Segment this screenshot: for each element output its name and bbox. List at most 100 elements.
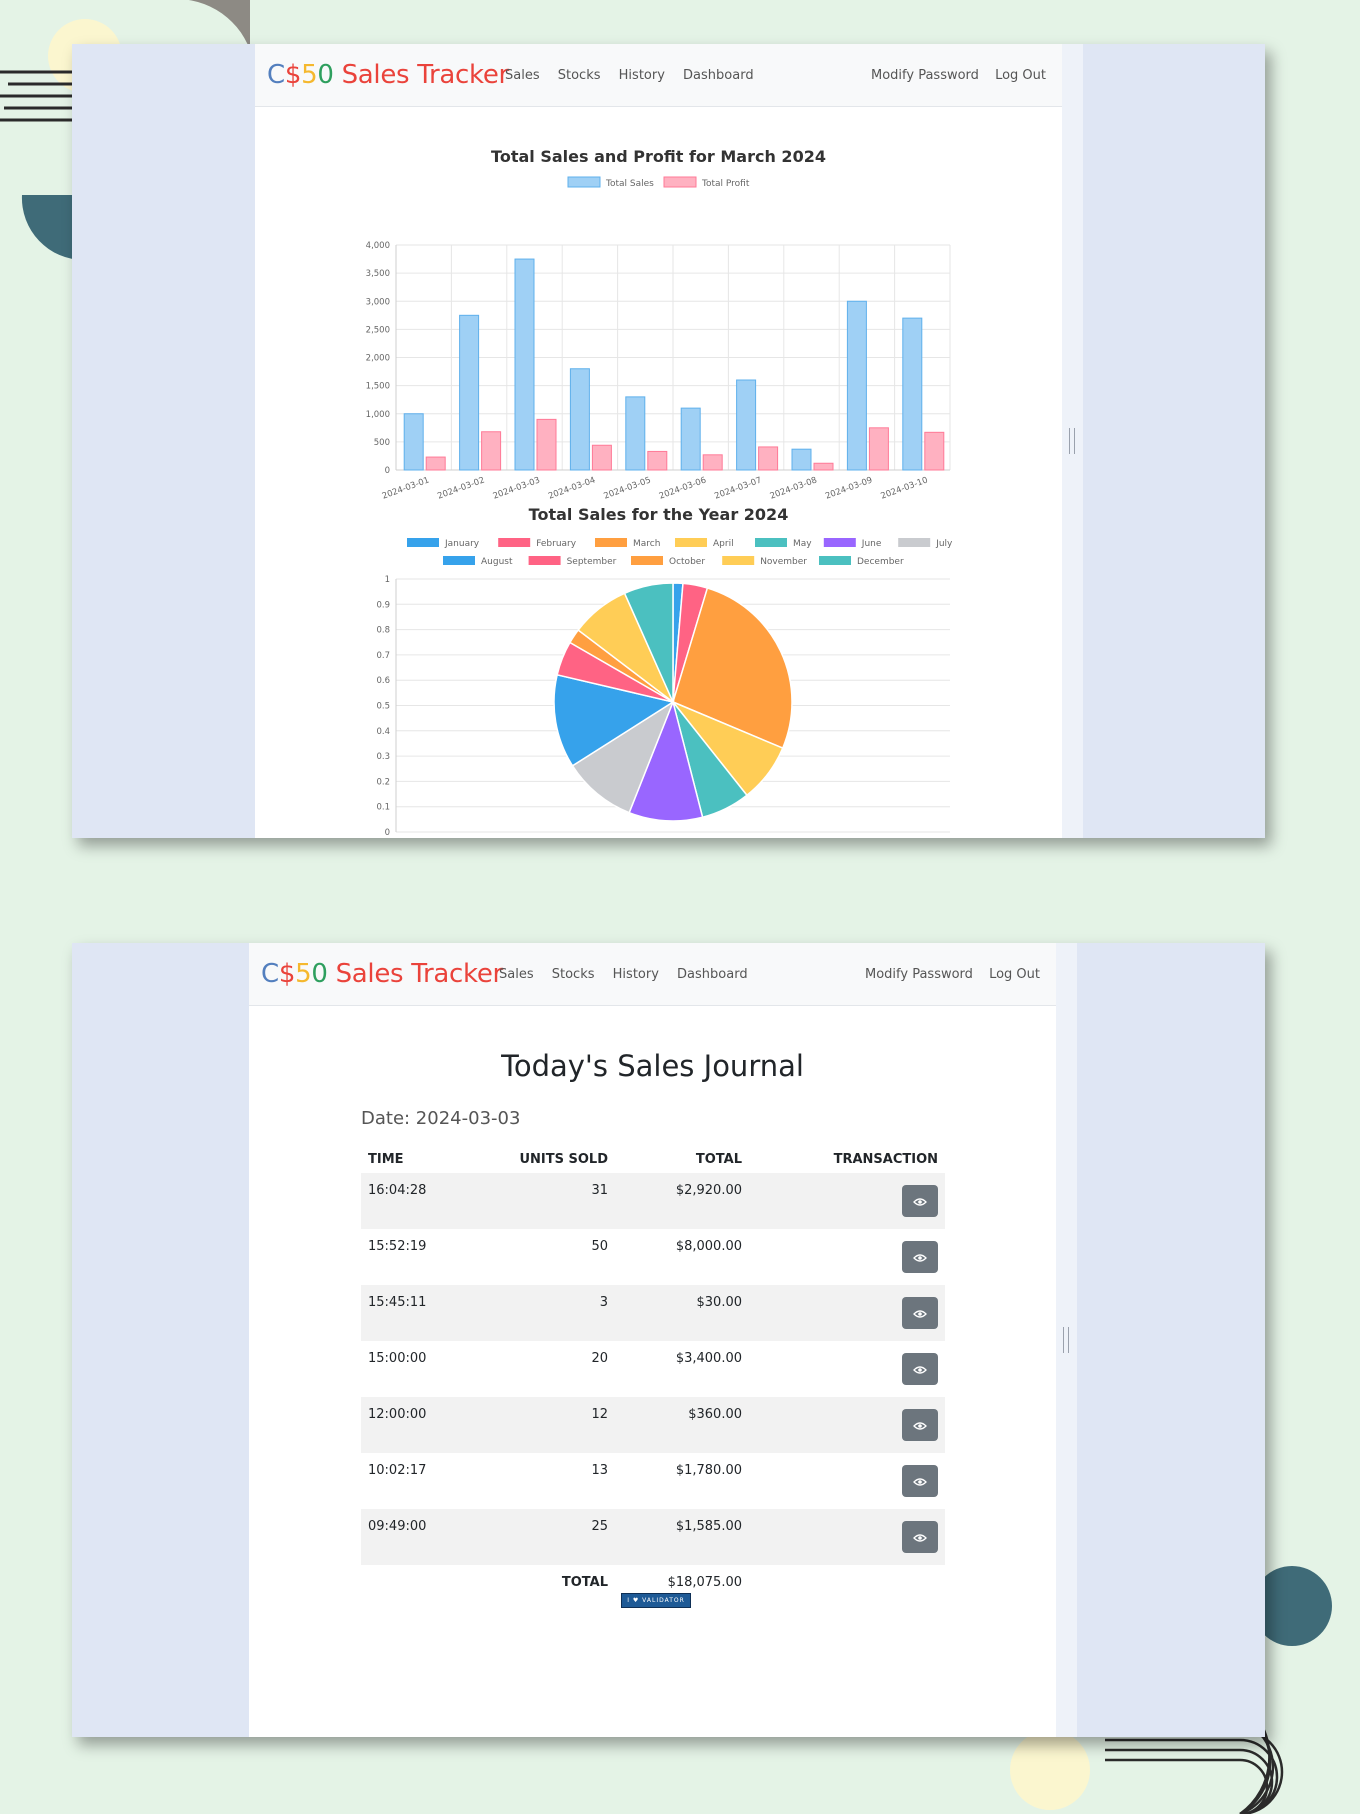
view-transaction-button[interactable] — [902, 1185, 938, 1217]
view-transaction-button[interactable] — [902, 1409, 938, 1441]
decor-gray-semicircle — [165, 0, 250, 50]
table-row: 15:00:00 20 $3,400.00 — [361, 1341, 945, 1397]
table-row: 12:00:00 12 $360.00 — [361, 1397, 945, 1453]
y-tick-label: 0.5 — [376, 702, 390, 712]
x-tick-label: 2024-03-03 — [492, 475, 542, 501]
bar-total-profit-2024-03-05 — [647, 450, 668, 471]
cell-total: $3,400.00 — [675, 1351, 742, 1366]
window-splitter[interactable] — [1062, 44, 1083, 838]
eye-icon — [913, 1309, 927, 1318]
brand-logo[interactable]: C$50 Sales Tracker — [261, 959, 503, 989]
eye-icon — [913, 1197, 927, 1206]
bar-total-sales-2024-03-08 — [791, 448, 812, 471]
cell-transaction — [749, 1229, 945, 1285]
nav-link-log-out[interactable]: Log Out — [989, 967, 1040, 982]
legend-label-may: May — [793, 539, 812, 549]
nav-link-dashboard[interactable]: Dashboard — [683, 68, 754, 83]
eye-icon — [913, 1253, 927, 1262]
nav-link-stocks[interactable]: Stocks — [552, 967, 595, 982]
legend-label-december: December — [857, 557, 904, 567]
bar-total-profit-2024-03-07 — [758, 446, 779, 471]
bar-total-sales-2024-03-10 — [902, 317, 923, 471]
view-transaction-button[interactable] — [902, 1465, 938, 1497]
cell-time: 15:00:00 — [368, 1351, 427, 1366]
splitter-grip[interactable] — [1069, 428, 1075, 454]
view-transaction-button[interactable] — [902, 1297, 938, 1329]
y-tick-label: 3,500 — [366, 269, 390, 279]
brand-letter-0: 0 — [317, 60, 334, 90]
view-transaction-button[interactable] — [902, 1521, 938, 1553]
brand-letter-5: 5 — [295, 959, 312, 989]
y-tick-label: 0.8 — [376, 626, 390, 636]
nav-links: Sales Stocks History Dashboard — [499, 967, 762, 982]
col-header-total: TOTAL — [695, 1151, 742, 1167]
nav-link-log-out[interactable]: Log Out — [995, 68, 1046, 83]
legend-swatch-march — [595, 538, 627, 547]
bar-total-sales-2024-03-01 — [403, 413, 424, 471]
table-row: 15:45:11 3 $30.00 — [361, 1285, 945, 1341]
legend-swatch-1 — [663, 176, 697, 188]
y-tick-label: 3,000 — [366, 297, 390, 307]
legend-label-april: April — [713, 539, 734, 549]
cell-time: 12:00:00 — [361, 1397, 467, 1453]
x-tick-label: 2024-03-09 — [824, 475, 874, 501]
bar-total-sales-2024-03-07 — [736, 379, 757, 471]
y-tick-label: 0.9 — [376, 600, 390, 610]
window-splitter[interactable] — [1056, 943, 1077, 1737]
cell-transaction — [749, 1509, 945, 1565]
cell-units-sold: 12 — [467, 1397, 615, 1453]
journal-window: C$50 Sales Tracker Sales Stocks History … — [72, 943, 1265, 1737]
cell-transaction — [749, 1453, 945, 1509]
x-tick-label: 2024-03-07 — [713, 475, 763, 501]
bar-total-profit-2024-03-06 — [702, 454, 723, 471]
x-tick-label: 2024-03-06 — [658, 475, 708, 501]
y-tick-label: 1,000 — [366, 410, 390, 420]
view-transaction-button[interactable] — [902, 1241, 938, 1273]
y-tick-label: 1 — [385, 575, 390, 585]
x-tick-label: 2024-03-04 — [547, 475, 597, 501]
cell-total: $8,000.00 — [675, 1239, 742, 1254]
legend-label-july: July — [935, 539, 953, 549]
table-row: 10:02:17 13 $1,780.00 — [361, 1453, 945, 1509]
journal-date: Date: 2024-03-03 — [361, 1108, 521, 1129]
legend-swatch-july — [898, 538, 931, 547]
brand-letter-c: C — [261, 959, 279, 989]
view-transaction-button[interactable] — [902, 1353, 938, 1385]
nav-link-history[interactable]: History — [613, 967, 659, 982]
nav-link-sales[interactable]: Sales — [499, 967, 534, 982]
journal-app: C$50 Sales Tracker Sales Stocks History … — [249, 943, 1056, 1737]
nav-link-stocks[interactable]: Stocks — [558, 68, 601, 83]
bar-total-profit-2024-03-01 — [425, 456, 446, 471]
legend-label-october: October — [669, 557, 705, 567]
nav-link-dashboard[interactable]: Dashboard — [677, 967, 748, 982]
nav-link-modify-password[interactable]: Modify Password — [871, 68, 979, 83]
legend-swatch-april — [675, 538, 707, 547]
brand-logo[interactable]: C$50 Sales Tracker — [267, 60, 509, 90]
bar-total-profit-2024-03-09 — [868, 427, 889, 471]
brand-name: Sales Tracker — [327, 959, 504, 989]
cell-units-sold: 20 — [591, 1351, 608, 1366]
pie-chart-title: Total Sales for the Year 2024 — [528, 505, 789, 524]
bar-total-profit-2024-03-08 — [813, 462, 834, 471]
nav-link-sales[interactable]: Sales — [505, 68, 540, 83]
legend-label-november: November — [760, 557, 807, 567]
legend-swatch-january — [407, 538, 439, 547]
validator-badge[interactable]: I ♥ VALIDATOR — [621, 1593, 691, 1608]
splitter-grip[interactable] — [1063, 1327, 1069, 1353]
brand-letter-dollar: $ — [284, 60, 302, 90]
cell-units-sold: 25 — [467, 1509, 615, 1565]
decor-yellow-circle-2 — [1010, 1730, 1090, 1810]
y-tick-label: 0.7 — [376, 651, 390, 661]
legend-label-february: February — [536, 539, 577, 549]
legend-label-june: June — [861, 539, 882, 549]
nav-link-modify-password[interactable]: Modify Password — [865, 967, 973, 982]
bar-total-sales-2024-03-02 — [459, 314, 480, 471]
nav-link-history[interactable]: History — [619, 68, 665, 83]
cell-units-sold: 50 — [591, 1239, 608, 1254]
dashboard-window: C$50 Sales Tracker Sales Stocks History … — [72, 44, 1265, 838]
cell-total: $2,920.00 — [615, 1173, 749, 1229]
table-row: 09:49:00 25 $1,585.00 — [361, 1509, 945, 1565]
cell-transaction — [749, 1341, 945, 1397]
legend-label-march: March — [633, 539, 660, 549]
nav-right-links: Modify Password Log Out — [859, 68, 1046, 83]
